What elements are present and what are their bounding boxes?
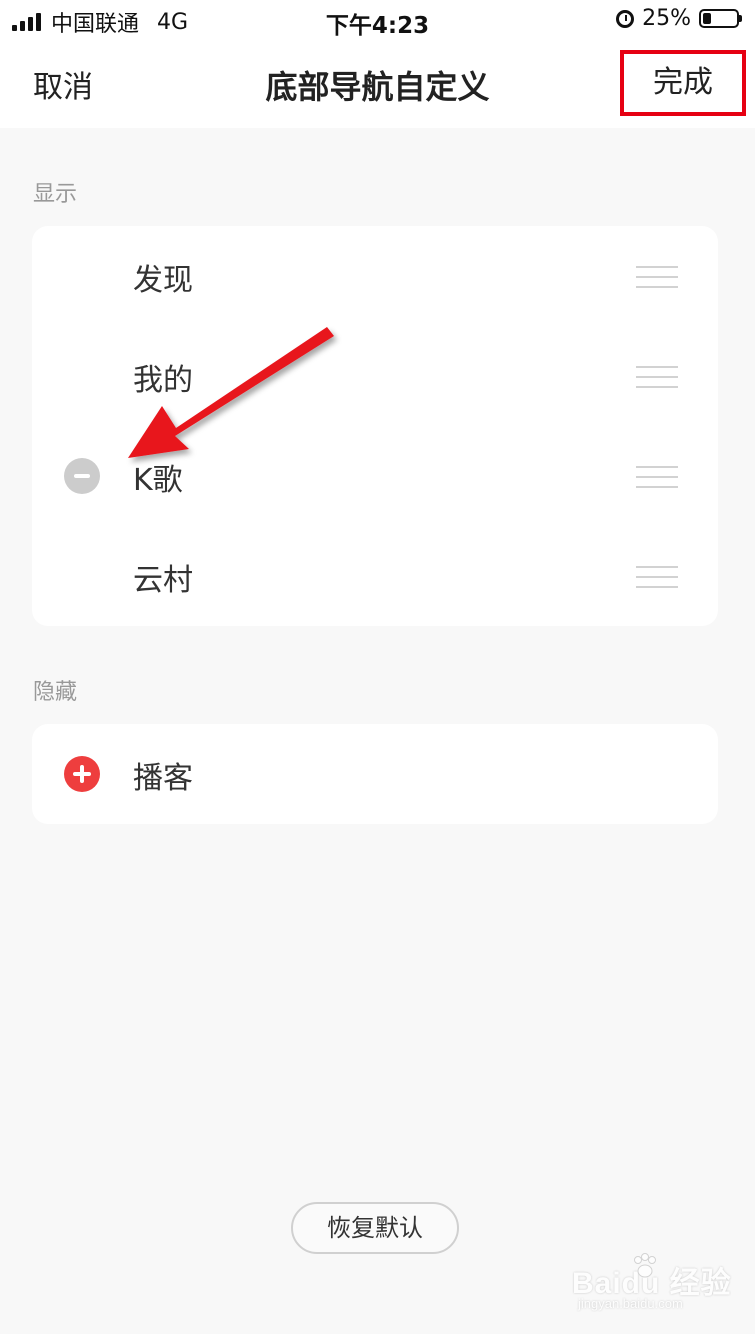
annotation-arrow-icon [128, 327, 334, 458]
watermark: Baidu 经验 jingyan.baidu.com [572, 1253, 732, 1318]
paw-icon [634, 1253, 656, 1278]
watermark-site: jingyan.baidu.com [578, 1296, 683, 1311]
